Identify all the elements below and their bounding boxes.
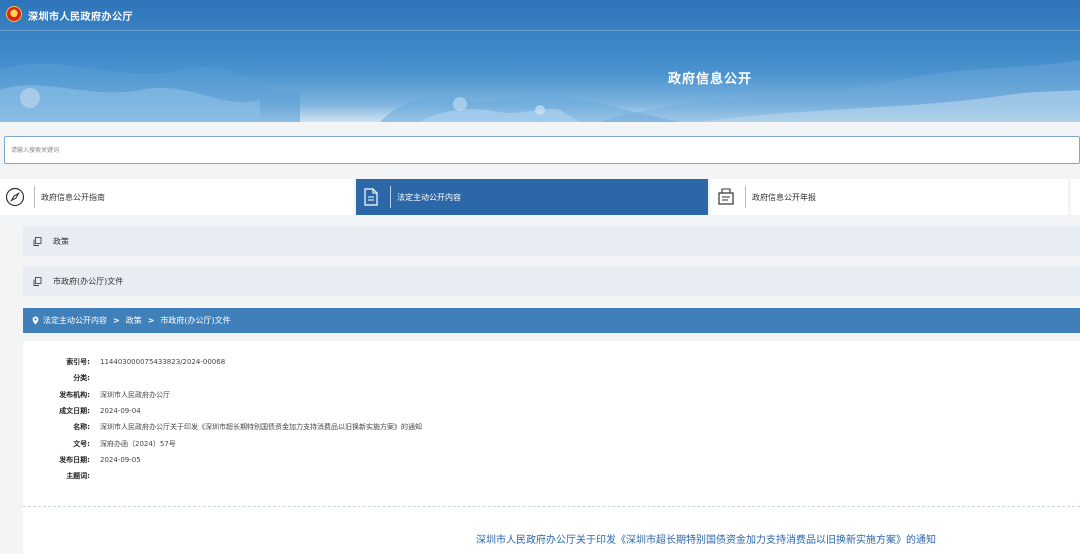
meta-key: 索引号: <box>66 358 90 367</box>
copy-icon <box>33 276 43 286</box>
meta-row-index: 索引号: 11440300007543382З/2024-00068 <box>23 354 422 370</box>
section-title: 政府信息公开 <box>667 72 752 87</box>
breadcrumb-item[interactable]: 法定主动公开内容 <box>43 315 107 326</box>
document-detail-card: 索引号: 11440300007543382З/2024-00068 分类: 发布… <box>23 341 1080 554</box>
meta-row-publish-date: 发布日期: 2024-09-05 <box>23 452 422 468</box>
breadcrumb: 法定主动公开内容 > 政策 > 市政府(办公厅)文件 <box>23 308 1080 333</box>
meta-key: 分类: <box>73 374 90 383</box>
meta-key: 发布日期: <box>59 455 90 464</box>
document-icon <box>360 186 382 208</box>
tab-separator <box>745 186 746 208</box>
site-name[interactable]: 深圳市人民政府办公厅 <box>28 8 133 23</box>
meta-key: 主题词: <box>66 472 90 481</box>
breadcrumb-separator: > <box>113 316 120 325</box>
document-title: 深圳市人民政府办公厅关于印发《深圳市超长期特别国债资金加力支持消费品以旧换新实施… <box>476 535 936 546</box>
national-emblem-icon <box>6 6 22 22</box>
tab-label: 政府信息公开指南 <box>41 192 105 202</box>
metadata-table: 索引号: 11440300007543382З/2024-00068 分类: 发布… <box>23 354 422 484</box>
compass-icon <box>4 186 26 208</box>
category-label: 市政府(办公厅)文件 <box>53 276 124 286</box>
breadcrumb-item[interactable]: 政策 <box>126 315 142 326</box>
breadcrumb-separator: > <box>147 316 155 325</box>
breadcrumb-item[interactable]: 市政府(办公厅)文件 <box>160 315 230 326</box>
meta-value: 2024-09-04 <box>100 407 141 416</box>
header-banner: 深圳市人民政府办公厅 政府信息公开 <box>0 0 1080 122</box>
tab-separator <box>34 186 35 208</box>
tab-partial[interactable] <box>1071 179 1080 215</box>
meta-key: 成文日期: <box>59 407 90 416</box>
search-input[interactable] <box>5 137 1079 163</box>
meta-key: 名称: <box>73 423 90 432</box>
meta-row-document-number: 文号: 深府办函〔2024〕57号 <box>23 435 422 451</box>
top-bar <box>0 0 1080 30</box>
meta-row-name: 名称: 深圳市人民政府办公厅关于印发《深圳市超长期特别国债资金加力支持消费品以旧换… <box>23 419 422 435</box>
report-icon <box>715 186 737 208</box>
tab-annual-report[interactable]: 政府信息公开年报 <box>711 179 1068 215</box>
tab-statutory-content[interactable]: 法定主动公开内容 <box>356 179 708 215</box>
meta-value: 11440300007543382З/2024-00068 <box>100 358 226 367</box>
meta-key: 发布机构: <box>59 390 90 399</box>
meta-row-written-date: 成文日期: 2024-09-04 <box>23 403 422 419</box>
dashed-divider <box>23 506 1080 507</box>
meta-row-publisher: 发布机构: 深圳市人民政府办公厅 <box>23 387 422 403</box>
decorative-waves <box>0 60 1080 122</box>
location-pin-icon <box>32 316 39 325</box>
meta-row-category: 分类: <box>23 370 422 386</box>
search-box <box>4 136 1080 164</box>
meta-key: 文号: <box>73 439 90 448</box>
category-city-government-documents[interactable]: 市政府(办公厅)文件 <box>23 266 1080 296</box>
meta-value: 深圳市人民政府办公厅 <box>100 390 170 399</box>
tab-disclosure-guide[interactable]: 政府信息公开指南 <box>0 179 353 215</box>
category-policy[interactable]: 政策 <box>23 226 1080 256</box>
tab-label: 法定主动公开内容 <box>397 192 461 202</box>
meta-value: 深府办函〔2024〕57号 <box>100 439 176 448</box>
nav-tabs: 政府信息公开指南 法定主动公开内容 政府信息公开年报 <box>0 179 1080 215</box>
meta-value: 深圳市人民政府办公厅关于印发《深圳市超长期特别国债资金加力支持消费品以旧换新实施… <box>100 423 422 432</box>
tab-separator <box>390 186 391 208</box>
copy-icon <box>33 236 43 246</box>
tab-label: 政府信息公开年报 <box>752 192 816 202</box>
meta-value: 2024-09-05 <box>100 455 141 464</box>
meta-row-keywords: 主题词: <box>23 468 422 484</box>
category-label: 政策 <box>53 236 69 246</box>
